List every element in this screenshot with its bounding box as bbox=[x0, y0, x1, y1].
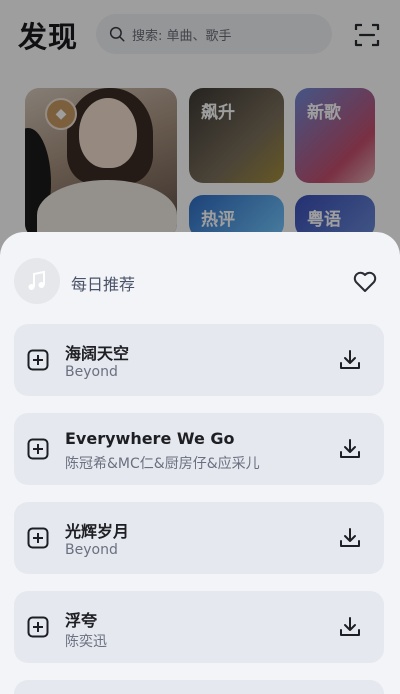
song-name: 海阔天空 bbox=[65, 344, 130, 363]
song-artist: 陈奕迅 bbox=[65, 634, 107, 650]
daily-recommend-sheet: 每日推荐 海阔天空 Beyond Everywhere We Go 陈冠希&MC… bbox=[0, 232, 400, 694]
song-item-partial[interactable] bbox=[14, 680, 384, 694]
song-artist: Beyond bbox=[65, 542, 118, 558]
song-artist: Beyond bbox=[65, 364, 118, 380]
add-icon[interactable] bbox=[27, 349, 49, 371]
song-artist: 陈冠希&MC仁&厨房仔&应采儿 bbox=[65, 456, 260, 472]
sheet-header: 每日推荐 bbox=[0, 232, 400, 304]
sheet-title: 每日推荐 bbox=[71, 275, 136, 294]
song-name: Everywhere We Go bbox=[65, 429, 235, 448]
song-item[interactable]: Everywhere We Go 陈冠希&MC仁&厨房仔&应采儿 bbox=[14, 413, 384, 485]
download-icon[interactable] bbox=[338, 437, 362, 461]
add-icon[interactable] bbox=[27, 527, 49, 549]
song-item[interactable]: 海阔天空 Beyond bbox=[14, 324, 384, 396]
playlist-cover bbox=[14, 258, 60, 304]
download-icon[interactable] bbox=[338, 348, 362, 372]
download-icon[interactable] bbox=[338, 615, 362, 639]
song-item[interactable]: 光辉岁月 Beyond bbox=[14, 502, 384, 574]
app-screen: 发现 搜索: 单曲、歌手 ◆ 飙升 新歌 热评 粤语 每日推荐 海阔天空 Bey… bbox=[0, 0, 400, 694]
song-item[interactable]: 浮夸 陈奕迅 bbox=[14, 591, 384, 663]
heart-icon[interactable] bbox=[352, 269, 378, 295]
download-icon[interactable] bbox=[338, 526, 362, 550]
music-note-icon bbox=[28, 270, 45, 290]
song-name: 光辉岁月 bbox=[65, 522, 130, 541]
song-name: 浮夸 bbox=[65, 611, 98, 630]
add-icon[interactable] bbox=[27, 616, 49, 638]
add-icon[interactable] bbox=[27, 438, 49, 460]
